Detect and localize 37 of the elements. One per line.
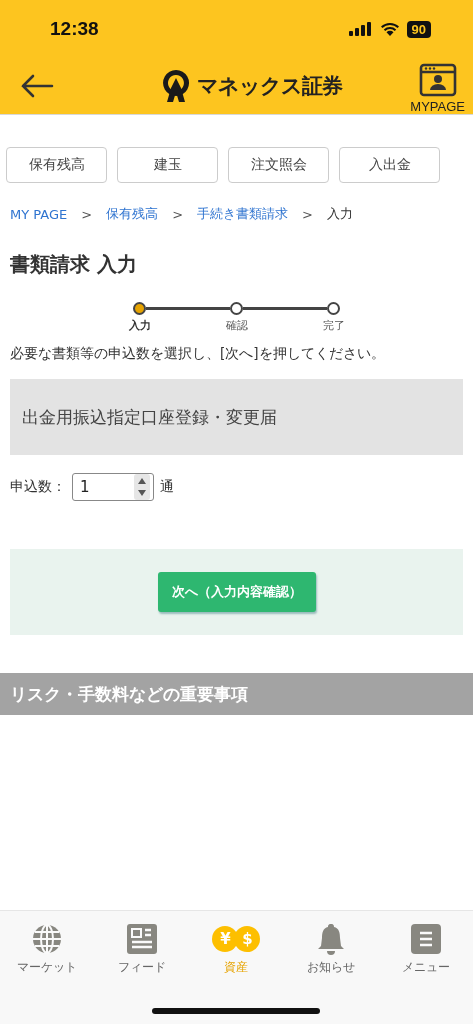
newspaper-icon bbox=[125, 923, 158, 955]
nav-tab[interactable]: 建玉 bbox=[117, 147, 218, 183]
breadcrumb-link[interactable]: MY PAGE bbox=[10, 206, 68, 222]
quantity-field[interactable]: 1 bbox=[72, 473, 154, 501]
bottom-nav-item[interactable]: マーケット bbox=[0, 923, 95, 976]
step-label: 確認 bbox=[225, 318, 248, 333]
nav-tab[interactable]: 入出金 bbox=[339, 147, 440, 183]
instruction-text: 必要な書類等の申込数を選択し、[次へ]を押してください。 bbox=[10, 345, 386, 363]
breadcrumb-separator: > bbox=[81, 206, 93, 222]
signal-icon bbox=[348, 22, 373, 36]
stepper-arrows-icon[interactable] bbox=[134, 474, 150, 500]
breadcrumb-link[interactable]: 保有残高 bbox=[106, 205, 159, 223]
bottom-nav-item[interactable]: フィード bbox=[94, 923, 190, 976]
breadcrumb-separator: > bbox=[172, 206, 184, 222]
step-label: 完了 bbox=[322, 318, 345, 333]
nav-tab[interactable]: 注文照会 bbox=[228, 147, 329, 183]
risk-heading: リスク・手数料などの重要事項 bbox=[0, 673, 473, 715]
mypage-button[interactable]: MYPAGE bbox=[410, 62, 465, 114]
globe-icon bbox=[31, 923, 64, 955]
battery-level: 90 bbox=[406, 20, 431, 38]
coin-icon: $ bbox=[234, 926, 261, 952]
breadcrumb-separator: > bbox=[302, 206, 313, 222]
quantity-label: 申込数： bbox=[10, 478, 66, 496]
document-header: 出金用振込指定口座登録・変更届 bbox=[10, 379, 463, 455]
nav-tab[interactable]: 保有残高 bbox=[6, 147, 107, 183]
bottom-nav-item[interactable]: お知らせ bbox=[283, 923, 379, 976]
page-title: 書類請求 入力 bbox=[10, 251, 138, 278]
status-time: 12:38 bbox=[50, 18, 99, 40]
breadcrumb-current: 入力 bbox=[326, 205, 353, 223]
menu-icon bbox=[409, 923, 442, 955]
wifi-icon bbox=[379, 22, 400, 36]
quantity-unit: 通 bbox=[160, 478, 174, 496]
logo-text: マネックス証券 bbox=[196, 73, 342, 100]
back-arrow-icon[interactable] bbox=[20, 74, 54, 98]
bottom-nav-item[interactable]: メニュー bbox=[378, 923, 473, 976]
breadcrumb-link[interactable]: 手続き書類請求 bbox=[197, 205, 289, 223]
step-label: 入力 bbox=[128, 318, 151, 333]
